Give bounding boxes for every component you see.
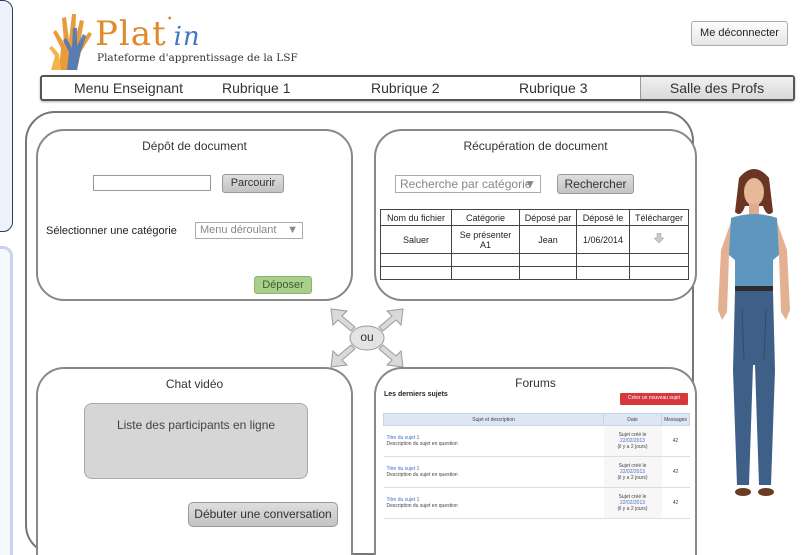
message-count: 42 [661,456,690,488]
chevron-down-icon: ▼ [524,177,536,191]
retrieve-panel: Récupération de document Recherche par c… [374,129,697,301]
logo-title: Plat•in [95,14,201,54]
or-label: ou [360,330,374,344]
new-topic-button[interactable]: Créer un nouveau sujet [620,393,688,405]
chevron-down-icon: ▼ [287,224,298,236]
topic-date-relative: (il y a 2 jours) [617,506,648,512]
topic-date-relative: (il y a 2 jours) [617,444,648,450]
table-row [380,266,689,280]
documents-table: Nom du fichier Catégorie Déposé par Dépo… [380,209,689,280]
topic-description: Description du sujet en question [386,472,458,478]
submit-upload-button[interactable]: Déposer [254,276,312,294]
table-row: Saluer Se présenter A1 Jean 1/06/2014 [380,225,689,254]
forums-panel: Forums Les derniers sujets Créer un nouv… [374,367,697,555]
table-row: Titre du sujet 1 Description du sujet en … [383,425,690,457]
retrieve-title: Récupération de document [463,139,608,153]
column-header: Sujet et description [383,413,604,426]
start-conversation-button[interactable]: Débuter une conversation [188,502,338,527]
column-header: Déposé le [576,209,630,226]
file-name-cell[interactable]: Saluer [380,225,452,254]
column-header: Télécharger [629,209,689,226]
logout-button[interactable]: Me déconnecter [691,21,788,46]
download-cell [629,225,689,254]
hands-logo-icon [49,14,92,70]
nav-item-salle-des-profs[interactable]: Salle des Profs [640,77,793,99]
browse-button[interactable]: Parcourir [222,174,284,193]
participants-label: Liste des participants en ligne [116,418,276,432]
main-nav: Menu Enseignant Rubrique 1 Rubrique 2 Ru… [40,75,795,101]
table-row: Titre du sujet 1 Description du sujet en … [383,487,690,519]
online-participants-box: Liste des participants en ligne [84,403,308,479]
message-count: 42 [661,425,690,457]
column-header: Déposé par [519,209,577,226]
side-panel-bottom [0,246,13,555]
forums-title: Forums [515,376,556,390]
download-arrow-icon[interactable] [653,232,665,244]
column-header: Messages [661,413,690,426]
column-header: Date [603,413,662,426]
file-path-input[interactable] [93,175,211,191]
nav-item-rubrique-2[interactable]: Rubrique 2 [371,77,440,99]
platin-logo: Plat•in Plateforme d'apprentissage de la… [47,12,327,72]
column-header: Catégorie [451,209,520,226]
topic-description: Description du sujet en question [386,503,458,509]
video-chat-panel: Chat vidéo Liste des participants en lig… [36,367,353,555]
side-panel-top [0,0,13,232]
column-header: Nom du fichier [380,209,452,226]
chat-title: Chat vidéo [165,377,224,391]
table-row [380,253,689,267]
message-count: 42 [661,487,690,519]
upload-title: Dépôt de document [142,139,247,153]
category-search-select[interactable]: Recherche par catégorie ▼ [395,175,541,193]
topic-date-relative: (il y a 2 jours) [617,475,648,481]
category-select-value: Menu déroulant [200,224,277,236]
category-label: Sélectionner une catégorie [46,225,177,237]
table-row: Titre du sujet 1 Description du sujet en … [383,456,690,488]
signing-avatar [718,169,790,496]
latest-topics-label: Les derniers sujets [384,391,448,398]
forum-topics-table: Sujet et description Date Messages Titre… [383,413,690,519]
category-cell: Se présenter A1 [451,225,520,254]
category-select[interactable]: Menu déroulant ▼ [195,222,303,239]
search-button[interactable]: Rechercher [557,174,634,194]
nav-item-rubrique-3[interactable]: Rubrique 3 [519,77,588,99]
nav-item-menu-enseignant[interactable]: Menu Enseignant [74,77,183,99]
topic-description: Description du sujet en question [386,441,458,447]
category-search-value: Recherche par catégorie [400,177,532,191]
uploader-cell: Jean [519,225,577,254]
date-cell: 1/06/2014 [576,225,630,254]
nav-item-rubrique-1[interactable]: Rubrique 1 [222,77,291,99]
logo-subtitle: Plateforme d'apprentissage de la LSF [97,52,298,64]
upload-panel: Dépôt de document Parcourir Sélectionner… [36,129,353,301]
